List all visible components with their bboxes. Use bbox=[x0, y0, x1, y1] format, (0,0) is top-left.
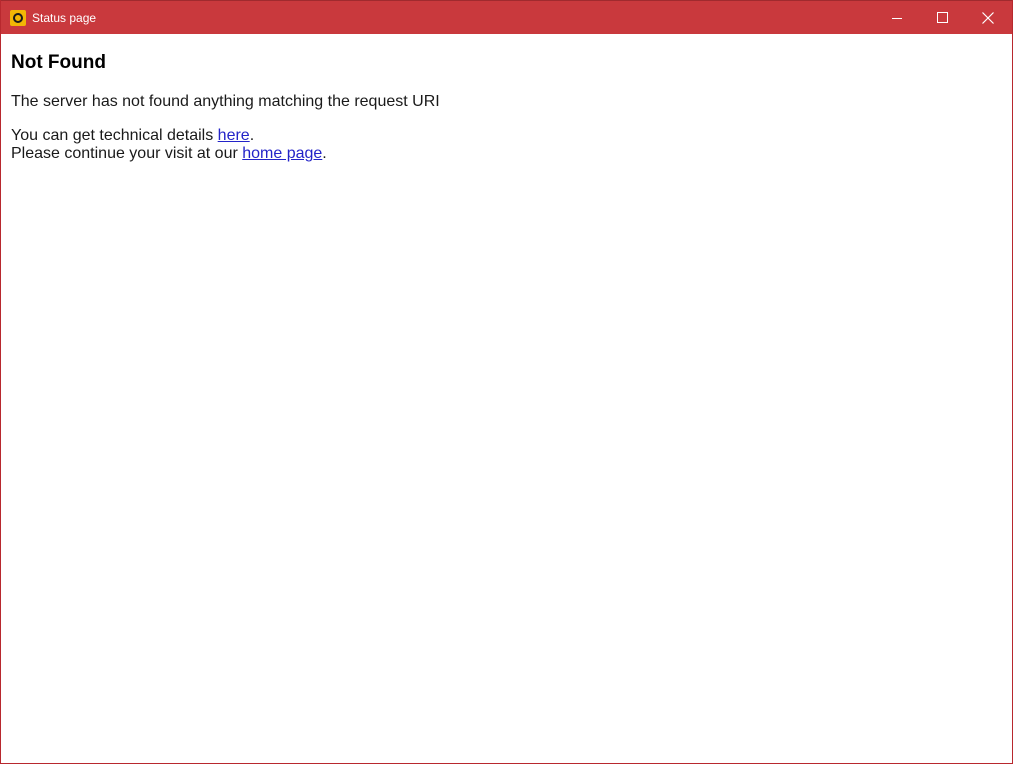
minimize-icon bbox=[892, 17, 902, 19]
details-prefix: You can get technical details bbox=[11, 127, 218, 144]
close-button[interactable] bbox=[965, 1, 1011, 34]
details-suffix: . bbox=[249, 127, 255, 144]
window-title: Status page bbox=[32, 11, 97, 25]
home-page-link[interactable]: home page bbox=[242, 145, 322, 162]
error-message: The server has not found anything matchi… bbox=[11, 93, 440, 110]
continue-suffix: . bbox=[322, 145, 327, 162]
maximize-icon bbox=[936, 12, 948, 23]
app-window: Status page Not Found The server has not… bbox=[0, 0, 1013, 764]
page-title: Not Found bbox=[11, 52, 106, 73]
continue-prefix: Please continue your visit at our bbox=[11, 145, 243, 162]
title-bar[interactable]: Status page bbox=[1, 0, 1012, 34]
minimize-button[interactable] bbox=[874, 1, 920, 34]
close-icon bbox=[982, 11, 994, 24]
details-paragraph: You can get technical details here. Plea… bbox=[11, 127, 327, 163]
technical-details-link[interactable]: here bbox=[218, 127, 250, 144]
maximize-button[interactable] bbox=[919, 1, 965, 34]
status-app-icon bbox=[10, 10, 26, 26]
